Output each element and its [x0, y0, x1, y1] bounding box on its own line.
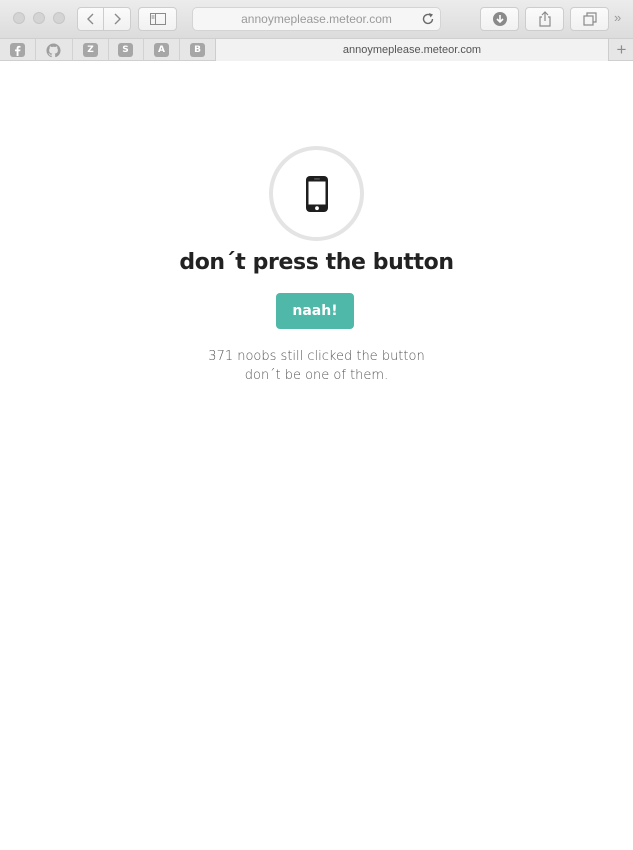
bookmark-divider	[72, 39, 73, 61]
tabs-icon	[582, 12, 597, 26]
share-icon	[538, 11, 551, 27]
address-bar[interactable]: annoymeplease.meteor.com	[192, 7, 441, 31]
smartphone-icon	[305, 175, 328, 212]
zoom-window-button[interactable]	[53, 12, 65, 24]
reload-icon[interactable]	[420, 11, 436, 27]
facebook-icon[interactable]	[10, 43, 25, 57]
sidebar-icon	[149, 13, 166, 25]
back-button[interactable]	[77, 7, 104, 31]
tagline-text: don´t be one of them.	[244, 368, 389, 383]
browser-toolbar: annoymeplease.meteor.com »	[0, 0, 633, 38]
bookmark-divider	[35, 39, 36, 61]
bookmarks-tab-bar: Z S A B annoymeplease.meteor.com +	[0, 38, 633, 61]
bookmark-b[interactable]: B	[190, 43, 205, 57]
tab-title: annoymeplease.meteor.com	[342, 44, 482, 56]
smartphone-badge	[269, 146, 364, 241]
chevron-left-icon	[86, 13, 93, 25]
address-text: annoymeplease.meteor.com	[241, 12, 392, 26]
new-tab-button[interactable]: +	[610, 39, 633, 61]
bookmark-a[interactable]: A	[154, 43, 169, 57]
click-counter-text: 371 noobs still clicked the button	[208, 349, 425, 364]
close-window-button[interactable]	[13, 12, 25, 24]
share-button[interactable]	[525, 7, 564, 31]
download-icon	[492, 12, 507, 26]
bookmark-z[interactable]: Z	[83, 43, 98, 57]
bookmark-divider	[179, 39, 180, 61]
active-tab[interactable]: annoymeplease.meteor.com	[215, 39, 609, 61]
downloads-button[interactable]	[480, 7, 519, 31]
bookmark-s[interactable]: S	[118, 43, 133, 57]
minimize-window-button[interactable]	[33, 12, 45, 24]
page-title: don´t press the button	[179, 250, 454, 275]
naah-button[interactable]: naah!	[276, 293, 354, 329]
sidebar-toggle-button[interactable]	[138, 7, 177, 31]
chevron-right-icon	[114, 13, 121, 25]
history-nav	[77, 7, 131, 31]
tabs-overview-button[interactable]	[570, 7, 609, 31]
github-icon[interactable]	[46, 42, 61, 57]
bookmark-divider	[143, 39, 144, 61]
forward-button[interactable]	[104, 7, 131, 31]
toolbar-overflow-icon[interactable]: »	[614, 10, 621, 25]
bookmark-divider	[108, 39, 109, 61]
